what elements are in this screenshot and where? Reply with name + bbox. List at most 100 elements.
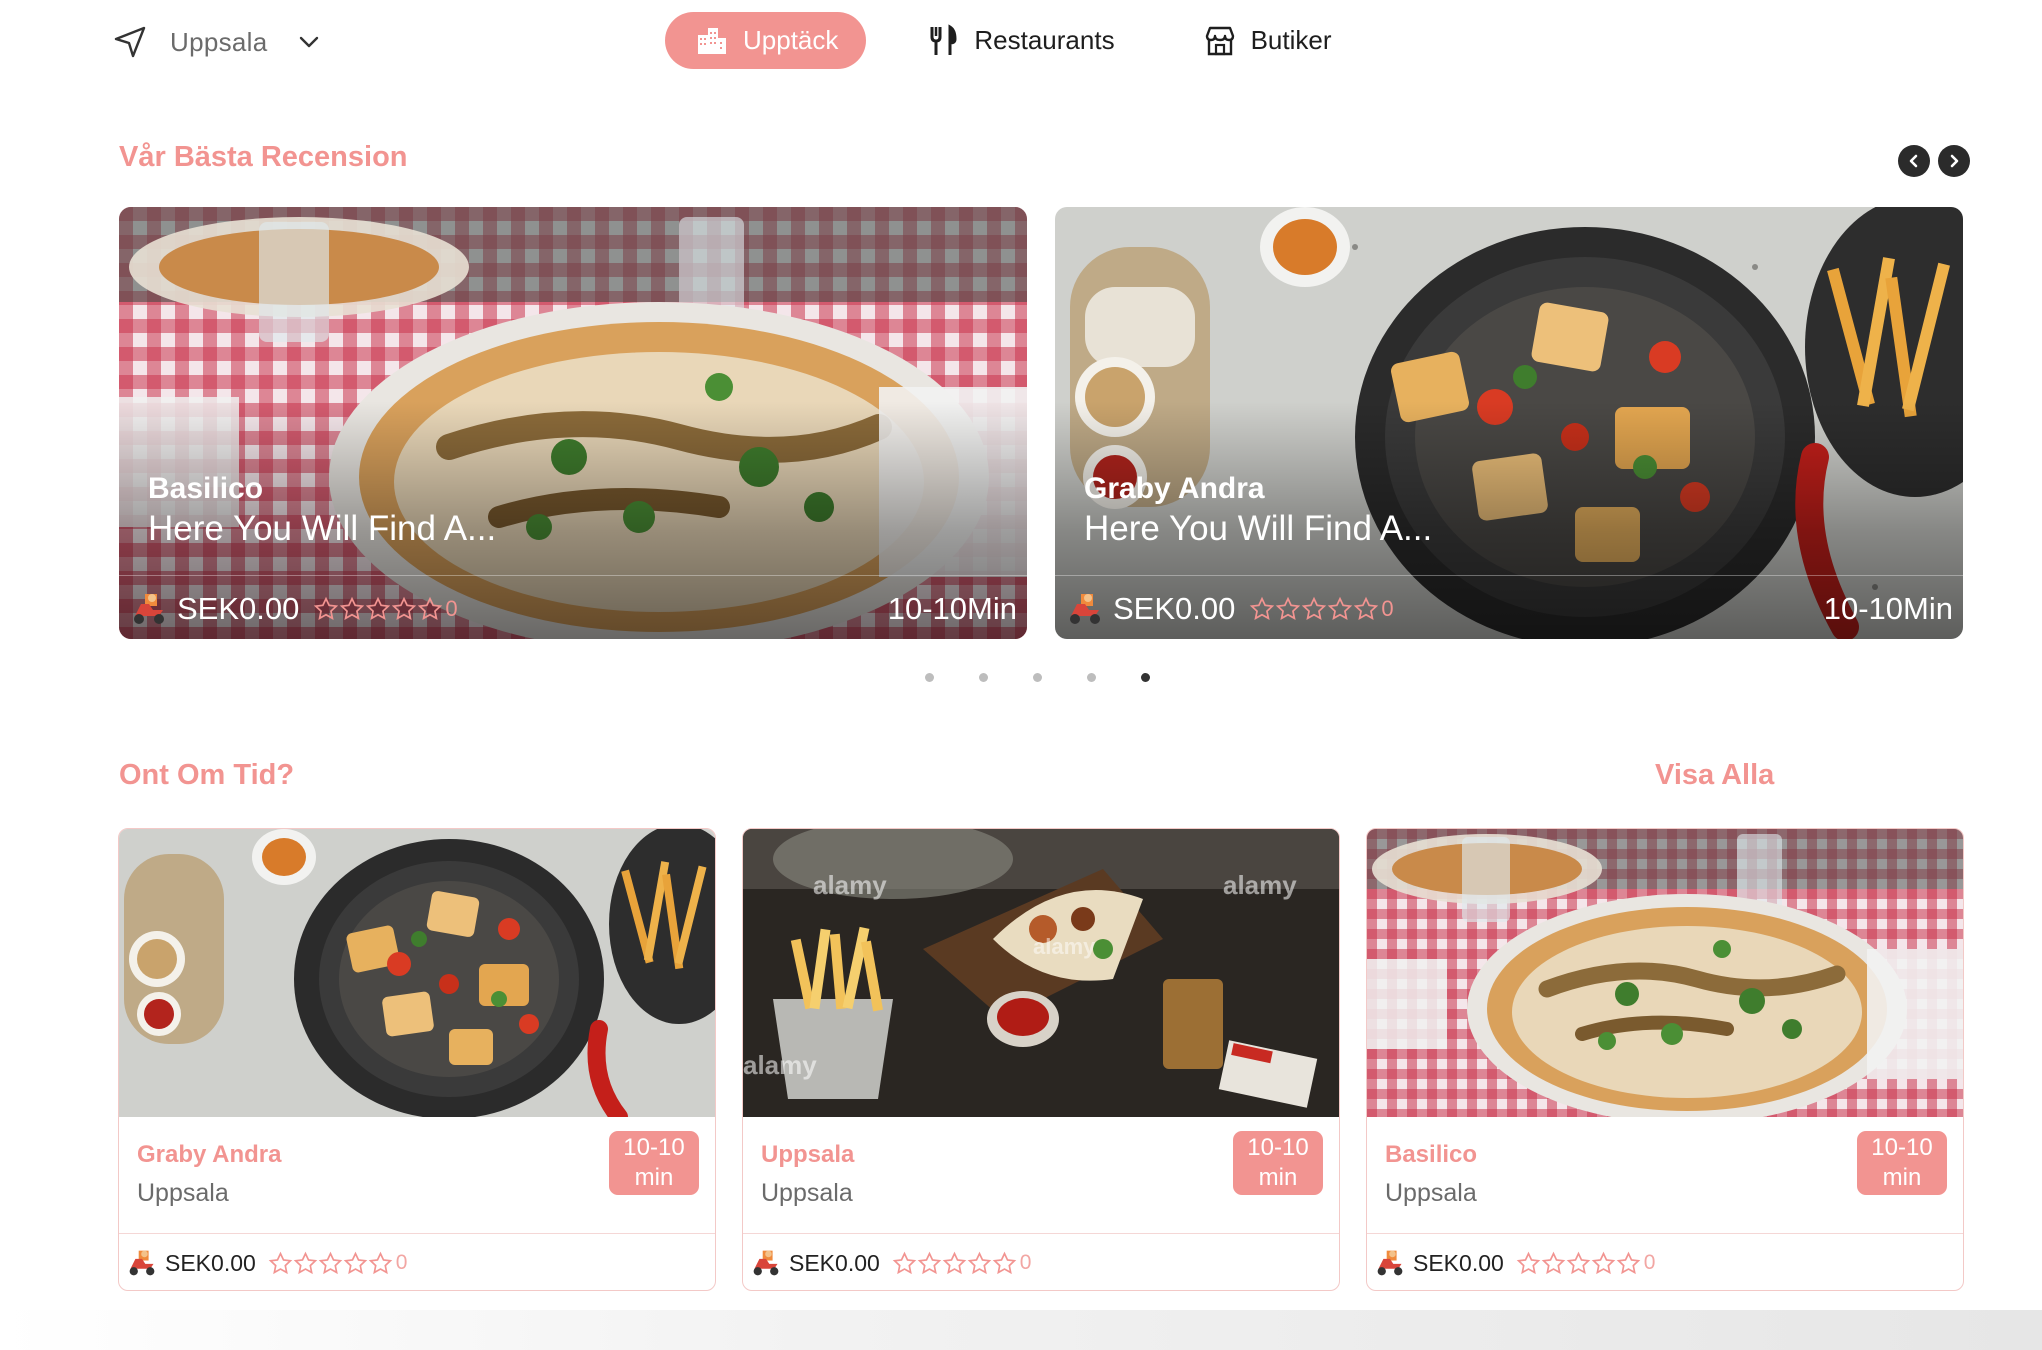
star-icon [1541, 1251, 1566, 1274]
star-icon [1328, 596, 1353, 620]
featured-card[interactable]: Graby Andra Here You Will Find A... SEK0… [1055, 207, 1963, 639]
star-icon [1250, 596, 1275, 620]
star-icon [1566, 1251, 1591, 1274]
divider [119, 575, 1027, 576]
divider [1055, 575, 1963, 576]
star-icon [942, 1251, 967, 1274]
restaurant-card[interactable]: Basilico Uppsala 10-10 min SEK0.00 0 [1366, 828, 1964, 1291]
tofu-bowl-photo [119, 829, 715, 1117]
chevron-down-icon [299, 36, 318, 48]
restaurant-description: Here You Will Find A... [1084, 509, 1433, 548]
carousel-dot[interactable] [925, 673, 934, 682]
restaurant-city: Uppsala [137, 1179, 229, 1207]
rating-count: 0 [1381, 596, 1394, 621]
restaurant-city: Uppsala [1385, 1179, 1477, 1207]
delivery-time-unit: min [634, 1164, 674, 1191]
rating-count: 0 [1643, 1251, 1656, 1274]
star-icon [418, 596, 443, 620]
star-icon [314, 596, 339, 620]
city-icon [698, 27, 726, 54]
delivery-time: 10-10Min [1823, 591, 1953, 626]
svg-text:alamy: alamy [1223, 870, 1297, 900]
star-icon [268, 1251, 293, 1274]
fork-knife-icon [930, 23, 957, 55]
delivery-time-unit: min [1882, 1164, 1922, 1191]
rating-stars: 0 [892, 1251, 1032, 1276]
carousel-next-button[interactable] [1938, 145, 1970, 177]
delivery-time-badge: 10-10 min [1857, 1131, 1947, 1195]
location-arrow-icon [114, 26, 146, 58]
delivery-time-badge: 10-10 min [609, 1131, 699, 1195]
carousel-prev-button[interactable] [1898, 145, 1930, 177]
rating-count: 0 [1019, 1251, 1032, 1274]
delivery-scooter-icon [129, 1250, 155, 1276]
restaurant-description: Here You Will Find A... [148, 509, 497, 548]
star-icon [340, 596, 365, 620]
restaurant-image [119, 829, 715, 1117]
star-icon [368, 1251, 393, 1274]
divider [1367, 1233, 1963, 1234]
tab-upptack[interactable]: Upptäck [665, 12, 867, 69]
delivery-scooter-icon [753, 1250, 779, 1276]
featured-section-title: Vår Bästa Recension [119, 141, 408, 173]
restaurant-name: Graby Andra [1084, 472, 1265, 505]
restaurant-card[interactable]: Graby Andra Uppsala 10-10 min SEK0.00 0 [118, 828, 716, 1291]
tab-butiker-label: Butiker [1250, 25, 1332, 55]
delivery-price: SEK0.00 [165, 1249, 256, 1276]
card-footer: SEK0.00 0 [1375, 1245, 1655, 1281]
delivery-scooter-icon [1377, 1250, 1403, 1276]
featured-card[interactable]: Basilico Here You Will Find A... SEK0.00… [119, 207, 1027, 639]
rating-count: 0 [395, 1251, 408, 1274]
restaurant-city: Uppsala [761, 1179, 853, 1207]
star-icon [318, 1251, 343, 1274]
restaurant-name: Graby Andra [137, 1141, 282, 1168]
restaurant-image: alamy alamy alamy alamy [743, 829, 1339, 1117]
quick-section-title: Ont Om Tid? [119, 759, 295, 791]
rating-stars: 0 [1516, 1251, 1656, 1276]
delivery-time-badge: 10-10 min [1233, 1131, 1323, 1195]
star-icon [1276, 596, 1301, 620]
delivery-price: SEK0.00 [789, 1249, 880, 1276]
carousel-dot[interactable] [1087, 673, 1096, 682]
card-footer: SEK0.00 0 10-10Min [131, 587, 1017, 631]
svg-text:alamy: alamy [813, 870, 887, 900]
delivery-scooter-icon [1070, 594, 1100, 624]
delivery-time-range: 10-10 [1247, 1134, 1309, 1161]
restaurant-card[interactable]: alamy alamy alamy alamy Uppsala Uppsala … [742, 828, 1340, 1291]
tab-butiker[interactable]: Butiker [1203, 12, 1332, 69]
category-tabs: Upptäck Restaurants Butiker [665, 12, 1332, 69]
fries-tacos-photo: alamy alamy alamy alamy [743, 829, 1339, 1117]
star-icon [917, 1251, 942, 1274]
carousel-controls [1898, 145, 1970, 177]
restaurant-name: Uppsala [761, 1141, 855, 1168]
divider [119, 1233, 715, 1234]
restaurant-image [1367, 829, 1963, 1117]
carousel-dot[interactable] [979, 673, 988, 682]
svg-text:alamy: alamy [1033, 934, 1096, 959]
rating-stars: 0 [313, 596, 458, 622]
svg-text:alamy: alamy [743, 1050, 817, 1080]
delivery-price: SEK0.00 [1113, 591, 1236, 626]
delivery-scooter-icon [134, 594, 164, 624]
star-icon [343, 1251, 368, 1274]
view-all-link[interactable]: Visa Alla [1655, 759, 1774, 792]
star-icon [1516, 1251, 1541, 1274]
restaurant-name: Basilico [1385, 1141, 1478, 1168]
star-icon [1302, 596, 1327, 620]
card-footer: SEK0.00 0 [751, 1245, 1031, 1281]
star-icon [1354, 596, 1379, 620]
delivery-price: SEK0.00 [1413, 1249, 1504, 1276]
card-footer: SEK0.00 0 [127, 1245, 407, 1281]
card-footer: SEK0.00 0 10-10Min [1067, 587, 1953, 631]
rating-stars: 0 [268, 1251, 408, 1276]
delivery-price: SEK0.00 [177, 591, 300, 626]
carousel-dot-active[interactable] [1141, 673, 1150, 682]
star-icon [392, 596, 417, 620]
chevron-left-icon [1909, 154, 1918, 168]
tab-upptack-label: Upptäck [743, 25, 839, 55]
delivery-time-unit: min [1258, 1164, 1298, 1191]
location-selector[interactable]: Uppsala [112, 22, 322, 62]
delivery-time: 10-10Min [887, 591, 1017, 626]
tab-restaurants[interactable]: Restaurants [926, 12, 1115, 69]
carousel-dot[interactable] [1033, 673, 1042, 682]
